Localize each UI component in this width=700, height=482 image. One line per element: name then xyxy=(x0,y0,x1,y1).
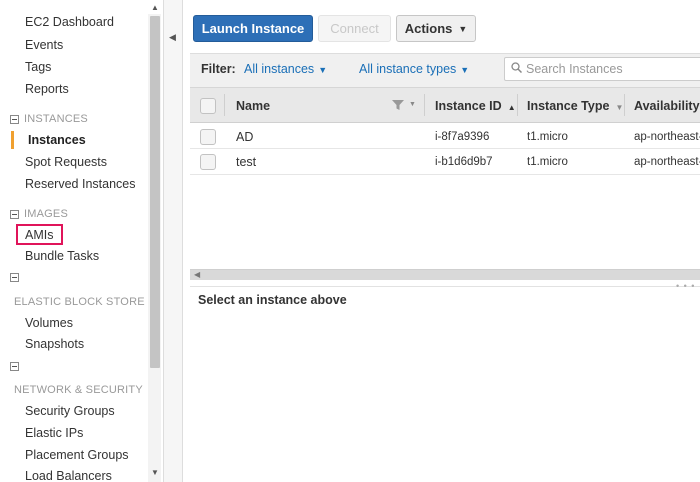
sidebar: EC2 Dashboard Events Tags Reports INSTAN… xyxy=(0,0,148,482)
column-separator xyxy=(424,94,425,116)
row-checkbox[interactable] xyxy=(200,154,216,170)
cell-instance-type: t1.micro xyxy=(527,131,568,143)
cell-instance-type: t1.micro xyxy=(527,156,568,168)
sidebar-item-reports[interactable]: Reports xyxy=(25,81,69,97)
filter-label: Filter: xyxy=(201,62,236,76)
filter-funnel-icon[interactable] xyxy=(391,99,405,111)
launch-instance-label: Launch Instance xyxy=(201,21,305,36)
scroll-down-icon[interactable]: ▼ xyxy=(150,468,160,478)
column-header-instance-id[interactable]: Instance ID ▲ xyxy=(435,99,516,113)
cell-availability-zone: ap-northeast- xyxy=(634,156,700,168)
ec2-console: EC2 Dashboard Events Tags Reports INSTAN… xyxy=(0,0,700,482)
column-separator xyxy=(517,94,518,116)
collapse-icon[interactable] xyxy=(10,209,19,219)
cell-instance-id: i-8f7a9396 xyxy=(435,131,490,143)
section-label: IMAGES xyxy=(24,208,68,220)
section-images-header[interactable]: IMAGES xyxy=(10,207,68,221)
sidebar-item-instances[interactable]: Instances xyxy=(28,132,86,148)
connect-button[interactable]: Connect xyxy=(318,15,391,42)
sidebar-item-snapshots[interactable]: Snapshots xyxy=(25,336,84,352)
select-all-checkbox[interactable] xyxy=(200,98,216,114)
sidebar-item-tags[interactable]: Tags xyxy=(25,59,51,75)
column-header-label: Instance ID xyxy=(435,99,502,113)
column-header-label: Instance Type xyxy=(527,99,610,113)
resize-handle-icon[interactable]: • • • xyxy=(676,281,695,291)
chevron-down-icon: ▼ xyxy=(615,103,624,112)
sidebar-item-placement-groups[interactable]: Placement Groups xyxy=(25,447,129,463)
cell-instance-id: i-b1d6d9b7 xyxy=(435,156,493,168)
collapse-icon[interactable] xyxy=(10,273,19,282)
sidebar-item-bundle-tasks[interactable]: Bundle Tasks xyxy=(25,248,99,264)
section-instances-header[interactable]: INSTANCES xyxy=(10,112,88,126)
sidebar-item-load-balancers[interactable]: Load Balancers xyxy=(25,468,112,482)
sort-ascending-icon: ▲ xyxy=(507,103,516,112)
detail-pane-message: Select an instance above xyxy=(198,293,347,307)
sidebar-item-security-groups[interactable]: Security Groups xyxy=(25,403,115,419)
actions-button[interactable]: Actions ▼ xyxy=(396,15,476,42)
section-label: INSTANCES xyxy=(24,113,88,125)
collapse-icon[interactable] xyxy=(10,114,19,124)
chevron-down-icon: ▼ xyxy=(318,65,328,75)
column-header-availability[interactable]: Availability xyxy=(634,99,700,113)
sidebar-scrollbar-thumb[interactable] xyxy=(150,16,160,368)
column-separator xyxy=(624,94,625,116)
row-checkbox[interactable] xyxy=(200,129,216,145)
connect-label: Connect xyxy=(330,21,379,36)
instances-filter-label: All instances xyxy=(244,62,315,76)
sidebar-item-ec2-dashboard[interactable]: EC2 Dashboard xyxy=(25,14,114,30)
scroll-left-icon[interactable]: ◀ xyxy=(194,269,200,280)
sidebar-collapse-panel[interactable] xyxy=(163,0,183,482)
sidebar-item-elastic-ips[interactable]: Elastic IPs xyxy=(25,425,83,441)
cell-name: AD xyxy=(236,130,254,144)
types-filter-label: All instance types xyxy=(359,62,457,76)
detail-pane-divider[interactable] xyxy=(190,286,700,287)
launch-instance-button[interactable]: Launch Instance xyxy=(193,15,313,42)
search-icon xyxy=(511,62,522,73)
instance-types-filter-dropdown[interactable]: All instance types ▼ xyxy=(359,62,469,76)
search-placeholder: Search Instances xyxy=(526,62,623,76)
column-header-instance-type[interactable]: Instance Type ▼ xyxy=(527,99,623,113)
cell-availability-zone: ap-northeast- xyxy=(634,131,700,143)
sidebar-item-events[interactable]: Events xyxy=(25,37,63,53)
section-network-header: NETWORK & SECURITY xyxy=(14,384,143,396)
sidebar-item-spot-requests[interactable]: Spot Requests xyxy=(25,154,107,170)
table-horizontal-scrollbar[interactable] xyxy=(190,269,700,280)
scroll-up-icon[interactable]: ▲ xyxy=(150,3,160,13)
collapse-left-icon[interactable]: ◀ xyxy=(169,32,176,43)
instances-filter-dropdown[interactable]: All instances ▼ xyxy=(244,62,327,76)
cell-name: test xyxy=(236,155,257,169)
sidebar-item-reserved-instances[interactable]: Reserved Instances xyxy=(25,176,135,192)
amis-highlight-box xyxy=(16,224,63,245)
active-indicator xyxy=(11,131,14,149)
actions-label: Actions xyxy=(404,21,453,36)
collapse-icon[interactable] xyxy=(10,362,19,371)
column-separator xyxy=(224,94,225,116)
chevron-down-icon: ▼ xyxy=(458,23,468,34)
chevron-down-icon: ▼ xyxy=(460,65,470,75)
section-ebs-header: ELASTIC BLOCK STORE xyxy=(14,296,145,308)
column-header-name[interactable]: Name xyxy=(236,99,270,113)
sidebar-item-volumes[interactable]: Volumes xyxy=(25,315,73,331)
chevron-down-icon[interactable]: ▼ xyxy=(409,101,416,108)
